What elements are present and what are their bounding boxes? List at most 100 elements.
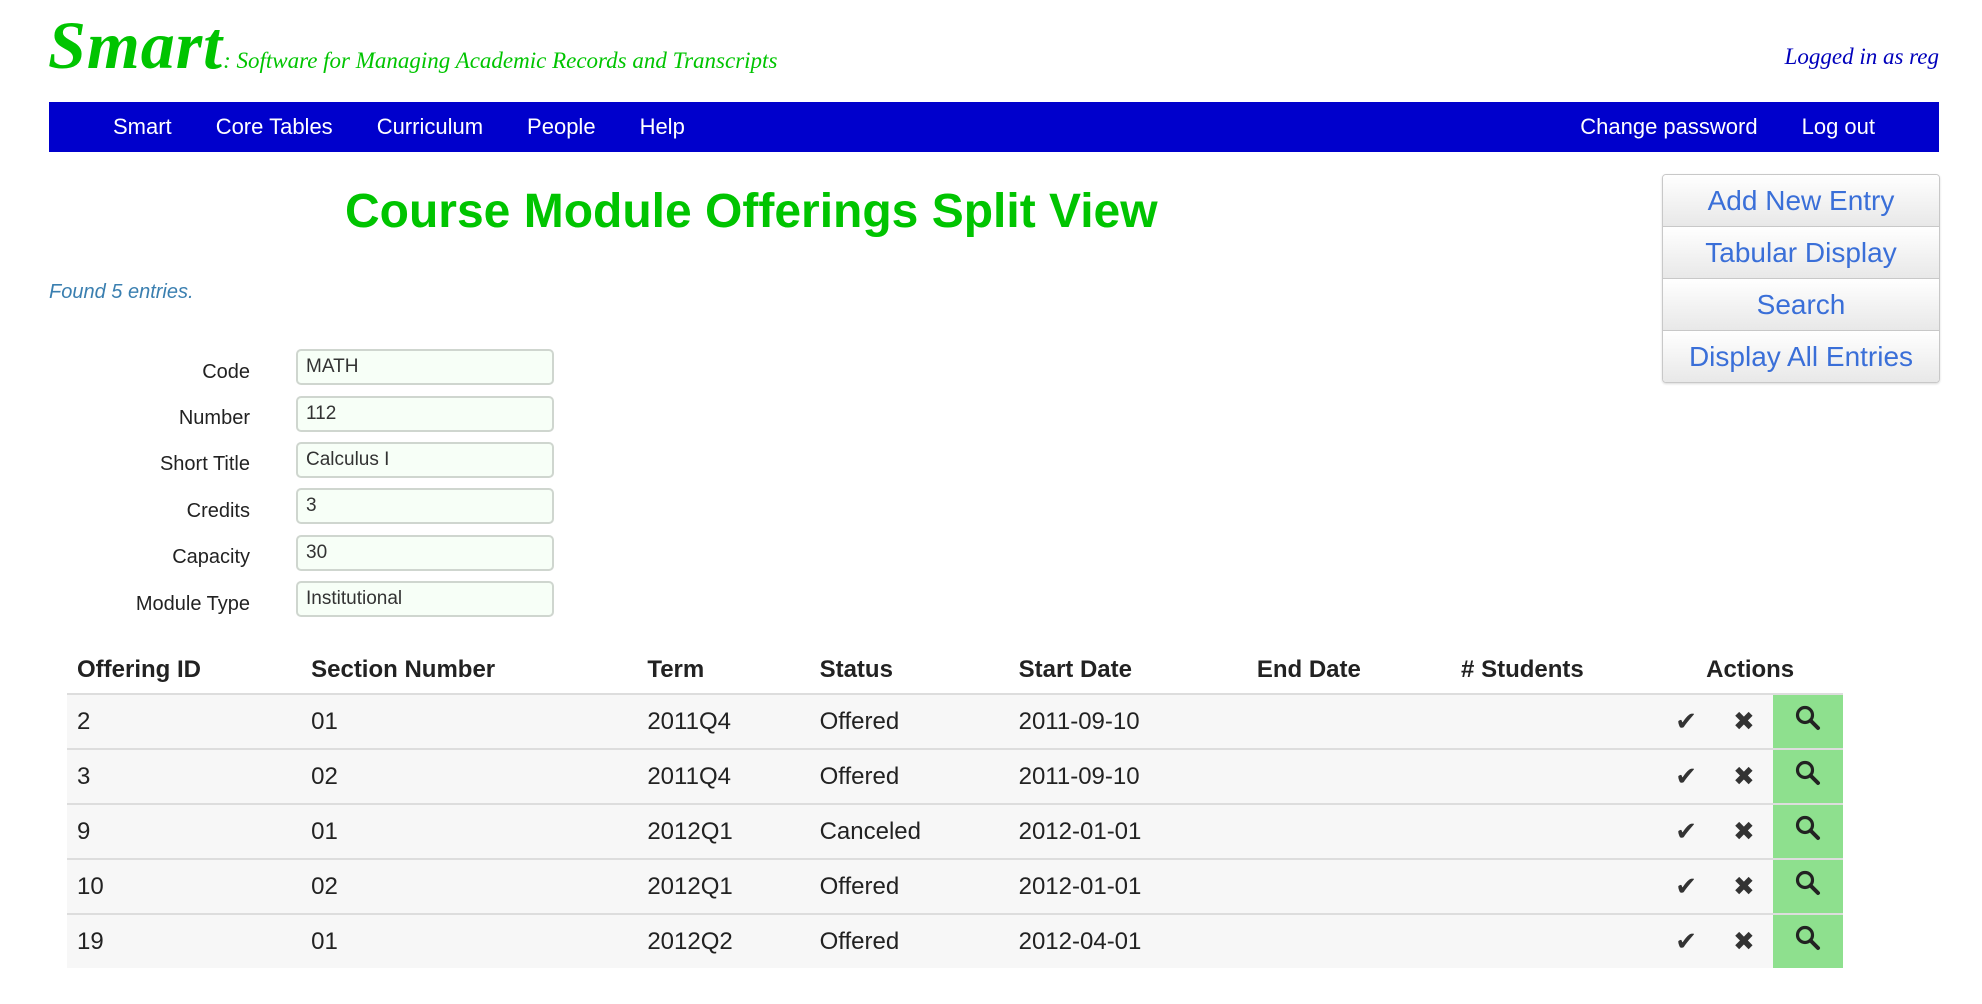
offerings-table: Offering ID Section Number Term Status S… — [67, 647, 1843, 968]
cell-students — [1451, 693, 1658, 749]
search-icon — [1795, 760, 1820, 785]
col-term[interactable]: Term — [637, 647, 809, 694]
form-row-module-type: Module Type — [60, 576, 554, 622]
nav-right-group: Change password Log out — [1536, 102, 1875, 152]
code-label: Code — [202, 360, 250, 383]
view-button[interactable] — [1772, 748, 1843, 804]
cell-offering-id: 19 — [67, 913, 302, 968]
table-row: 19 01 2012Q2 Offered 2012-04-01 ✔ ✖ — [67, 913, 1843, 968]
edit-checkmark-icon[interactable]: ✔ — [1657, 858, 1716, 914]
cell-students — [1451, 858, 1658, 914]
search-button[interactable]: Search — [1663, 279, 1939, 331]
col-section-number[interactable]: Section Number — [301, 647, 637, 694]
side-button-group: Add New Entry Tabular Display Search Dis… — [1662, 174, 1940, 383]
delete-x-icon[interactable]: ✖ — [1715, 803, 1773, 859]
form-row-number: Number — [60, 390, 554, 436]
table-header-row: Offering ID Section Number Term Status S… — [67, 647, 1843, 694]
main-navbar: Smart Core Tables Curriculum People Help… — [49, 102, 1939, 152]
nav-item-core-tables[interactable]: Core Tables — [216, 114, 333, 140]
cell-start-date: 2012-01-01 — [1008, 803, 1247, 859]
col-offering-id[interactable]: Offering ID — [67, 647, 301, 694]
edit-checkmark-icon[interactable]: ✔ — [1657, 693, 1716, 749]
form-row-capacity: Capacity — [60, 530, 554, 576]
cell-students — [1451, 803, 1658, 859]
cell-section: 01 — [301, 693, 638, 749]
brand-name: Smart — [48, 7, 224, 83]
delete-x-icon[interactable]: ✖ — [1715, 913, 1773, 968]
cell-term: 2011Q4 — [637, 748, 810, 804]
delete-x-icon[interactable]: ✖ — [1715, 748, 1773, 804]
nav-item-curriculum[interactable]: Curriculum — [377, 114, 483, 140]
table-row: 3 02 2011Q4 Offered 2011-09-10 ✔ ✖ — [67, 748, 1843, 804]
logged-in-status: Logged in as reg — [1784, 44, 1939, 69]
capacity-field[interactable] — [296, 534, 554, 571]
short-title-field[interactable] — [296, 441, 554, 478]
table-row: 10 02 2012Q1 Offered 2012-01-01 ✔ ✖ — [67, 858, 1843, 914]
cell-students — [1451, 748, 1658, 804]
search-icon — [1795, 815, 1820, 840]
cell-offering-id: 9 — [67, 803, 302, 859]
col-status[interactable]: Status — [810, 647, 1009, 694]
view-button[interactable] — [1772, 693, 1843, 749]
nav-item-help[interactable]: Help — [640, 114, 685, 140]
col-end-date[interactable]: End Date — [1247, 647, 1451, 694]
cell-section: 01 — [301, 913, 638, 968]
cell-end-date — [1246, 803, 1452, 859]
brand: Smart: Software for Managing Academic Re… — [48, 6, 777, 85]
nav-item-smart[interactable]: Smart — [113, 114, 172, 140]
cell-start-date: 2012-04-01 — [1008, 913, 1247, 968]
cell-status: Offered — [809, 858, 1009, 914]
display-all-entries-button[interactable]: Display All Entries — [1663, 331, 1939, 382]
delete-x-icon[interactable]: ✖ — [1715, 693, 1773, 749]
cell-offering-id: 10 — [67, 858, 302, 914]
cell-status: Offered — [809, 913, 1009, 968]
edit-checkmark-icon[interactable]: ✔ — [1657, 913, 1716, 968]
code-field[interactable] — [296, 349, 554, 386]
cell-offering-id: 2 — [67, 693, 302, 749]
cell-status: Offered — [809, 748, 1009, 804]
brand-tagline: : Software for Managing Academic Records… — [223, 48, 778, 73]
view-button[interactable] — [1772, 858, 1843, 914]
nav-item-people[interactable]: People — [527, 114, 596, 140]
cell-term: 2012Q1 — [637, 858, 810, 914]
form-row-short-title: Short Title — [60, 437, 554, 483]
cell-term: 2012Q1 — [637, 803, 810, 859]
search-icon — [1795, 925, 1820, 950]
cell-term: 2011Q4 — [637, 693, 810, 749]
view-button[interactable] — [1772, 913, 1843, 968]
cell-section: 02 — [301, 748, 638, 804]
cell-end-date — [1246, 748, 1452, 804]
search-icon — [1795, 870, 1820, 895]
module-type-field[interactable] — [296, 581, 554, 618]
nav-item-change-password[interactable]: Change password — [1580, 114, 1757, 140]
delete-x-icon[interactable]: ✖ — [1715, 858, 1773, 914]
cell-section: 02 — [301, 858, 638, 914]
cell-start-date: 2011-09-10 — [1008, 748, 1247, 804]
short-title-label: Short Title — [159, 453, 250, 476]
col-start-date[interactable]: Start Date — [1009, 647, 1247, 694]
nav-item-log-out[interactable]: Log out — [1802, 114, 1875, 140]
cell-end-date — [1246, 858, 1452, 914]
cell-start-date: 2012-01-01 — [1008, 858, 1247, 914]
cell-students — [1451, 913, 1658, 968]
tabular-display-button[interactable]: Tabular Display — [1663, 227, 1939, 279]
cell-status: Canceled — [809, 803, 1009, 859]
number-label: Number — [178, 407, 250, 430]
nav-left-group: Smart Core Tables Curriculum People Help — [113, 102, 729, 152]
credits-label: Credits — [186, 499, 250, 522]
col-students[interactable]: # Students — [1451, 647, 1657, 694]
table-row: 2 01 2011Q4 Offered 2011-09-10 ✔ ✖ — [67, 693, 1843, 749]
edit-checkmark-icon[interactable]: ✔ — [1657, 748, 1716, 804]
add-new-entry-button[interactable]: Add New Entry — [1663, 175, 1939, 227]
col-actions: Actions — [1706, 656, 1795, 683]
record-form: Code Number Short Title Credits Capacity… — [60, 344, 554, 622]
search-icon — [1795, 705, 1820, 730]
form-row-code: Code — [60, 344, 554, 390]
number-field[interactable] — [296, 395, 554, 432]
cell-status: Offered — [809, 693, 1009, 749]
view-button[interactable] — [1772, 803, 1843, 859]
edit-checkmark-icon[interactable]: ✔ — [1657, 803, 1716, 859]
cell-term: 2012Q2 — [637, 913, 810, 968]
credits-field[interactable] — [296, 488, 554, 525]
offerings-table-wrap: Offering ID Section Number Term Status S… — [67, 647, 1843, 968]
